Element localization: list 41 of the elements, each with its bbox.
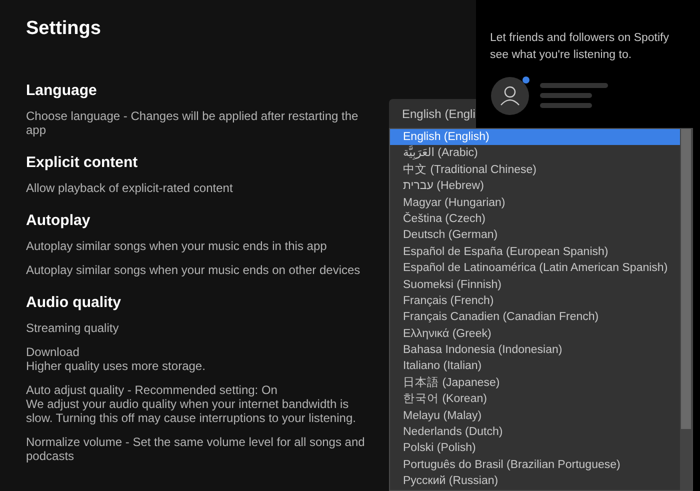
language-option[interactable]: Русский (Russian) (390, 473, 680, 490)
language-option[interactable]: Magyar (Hungarian) (390, 194, 680, 211)
setting-description: We adjust your audio quality when your internet bandwidth is slow. Turning this off may cause interruptions to your listening. (26, 397, 357, 425)
friend-activity-text: Let friends and followers on Spotify see what you're listening to. (490, 31, 670, 63)
language-option[interactable]: Melayu (Malay) (390, 408, 680, 424)
language-option[interactable]: Nederlands (Dutch) (390, 424, 680, 440)
language-option[interactable]: Português do Brasil (Brazilian Portuguese) (390, 456, 680, 474)
scrollbar[interactable] (680, 129, 692, 490)
setting-description: Higher quality uses more storage. (26, 359, 206, 373)
language-option[interactable]: Español de Latinoamérica (Latin American Spanish) (390, 260, 680, 277)
language-option[interactable]: Français Canadien (Canadian French) (390, 309, 680, 326)
setting-label: Streaming quality (26, 321, 119, 335)
language-option[interactable]: Español de España (European Spanish) (390, 244, 680, 260)
setting-label: Auto adjust quality - Recommended setting: On (26, 383, 278, 397)
language-option[interactable]: العَرَبِيَّة (Arabic) (390, 145, 680, 162)
language-option[interactable]: Polski (Polish) (390, 440, 680, 457)
language-option[interactable]: עברית (Hebrew) (390, 178, 680, 195)
section-heading: Language (26, 82, 97, 99)
language-option[interactable]: 한국어 (Korean) (390, 391, 680, 408)
language-option[interactable]: Italiano (Italian) (390, 358, 680, 375)
setting-label: Download (26, 345, 80, 359)
setting-label: Autoplay similar songs when your music ends on other devices (26, 263, 360, 277)
language-option[interactable]: Bahasa Indonesia (Indonesian) (390, 342, 680, 358)
language-option[interactable]: 中文 (Traditional Chinese) (390, 162, 680, 178)
setting-label: Normalize volume - Set the same volume level for all songs and podcasts (26, 435, 366, 463)
language-option[interactable]: Čeština (Czech) (390, 210, 680, 228)
setting-label: Allow playback of explicit-rated content (26, 181, 233, 195)
language-option[interactable]: Deutsch (German) (390, 227, 680, 244)
language-option[interactable]: Ελληνικά (Greek) (390, 326, 680, 342)
language-option[interactable]: 日本語 (Japanese) (390, 374, 680, 392)
section-heading: Audio quality (26, 294, 121, 311)
section-heading: Explicit content (26, 154, 138, 171)
page-title: Settings (26, 18, 101, 40)
language-option[interactable]: English (English) (390, 129, 680, 146)
language-option[interactable]: Suomeksi (Finnish) (390, 276, 680, 293)
setting-label: Autoplay similar songs when your music ends in this app (26, 239, 327, 253)
section-heading: Autoplay (26, 212, 90, 229)
placeholder-lines-icon (540, 81, 610, 111)
language-option[interactable]: Français (French) (390, 292, 680, 310)
avatar-icon (490, 76, 530, 116)
setting-label: Choose language - Changes will be applied after restarting the app (26, 109, 360, 137)
